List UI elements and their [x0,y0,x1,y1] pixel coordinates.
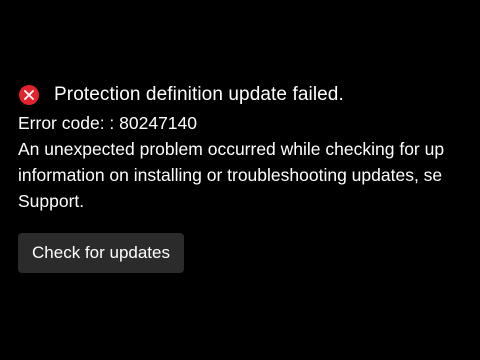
status-title: Protection definition update failed. [54,84,344,105]
error-x-icon [18,84,40,106]
update-status-row: Protection definition update failed. [18,84,344,106]
error-message-line: An unexpected problem occurred while che… [18,139,445,159]
check-for-updates-button[interactable]: Check for updates [18,233,184,273]
error-code-text: Error code: : 80247140 [18,113,198,133]
security-update-panel: Protection definition update failed. Err… [0,0,480,360]
error-message-line: Support. [18,191,85,211]
error-details: Error code: : 80247140 An unexpected pro… [18,110,480,214]
error-message-line: information on installing or troubleshoo… [18,165,443,185]
